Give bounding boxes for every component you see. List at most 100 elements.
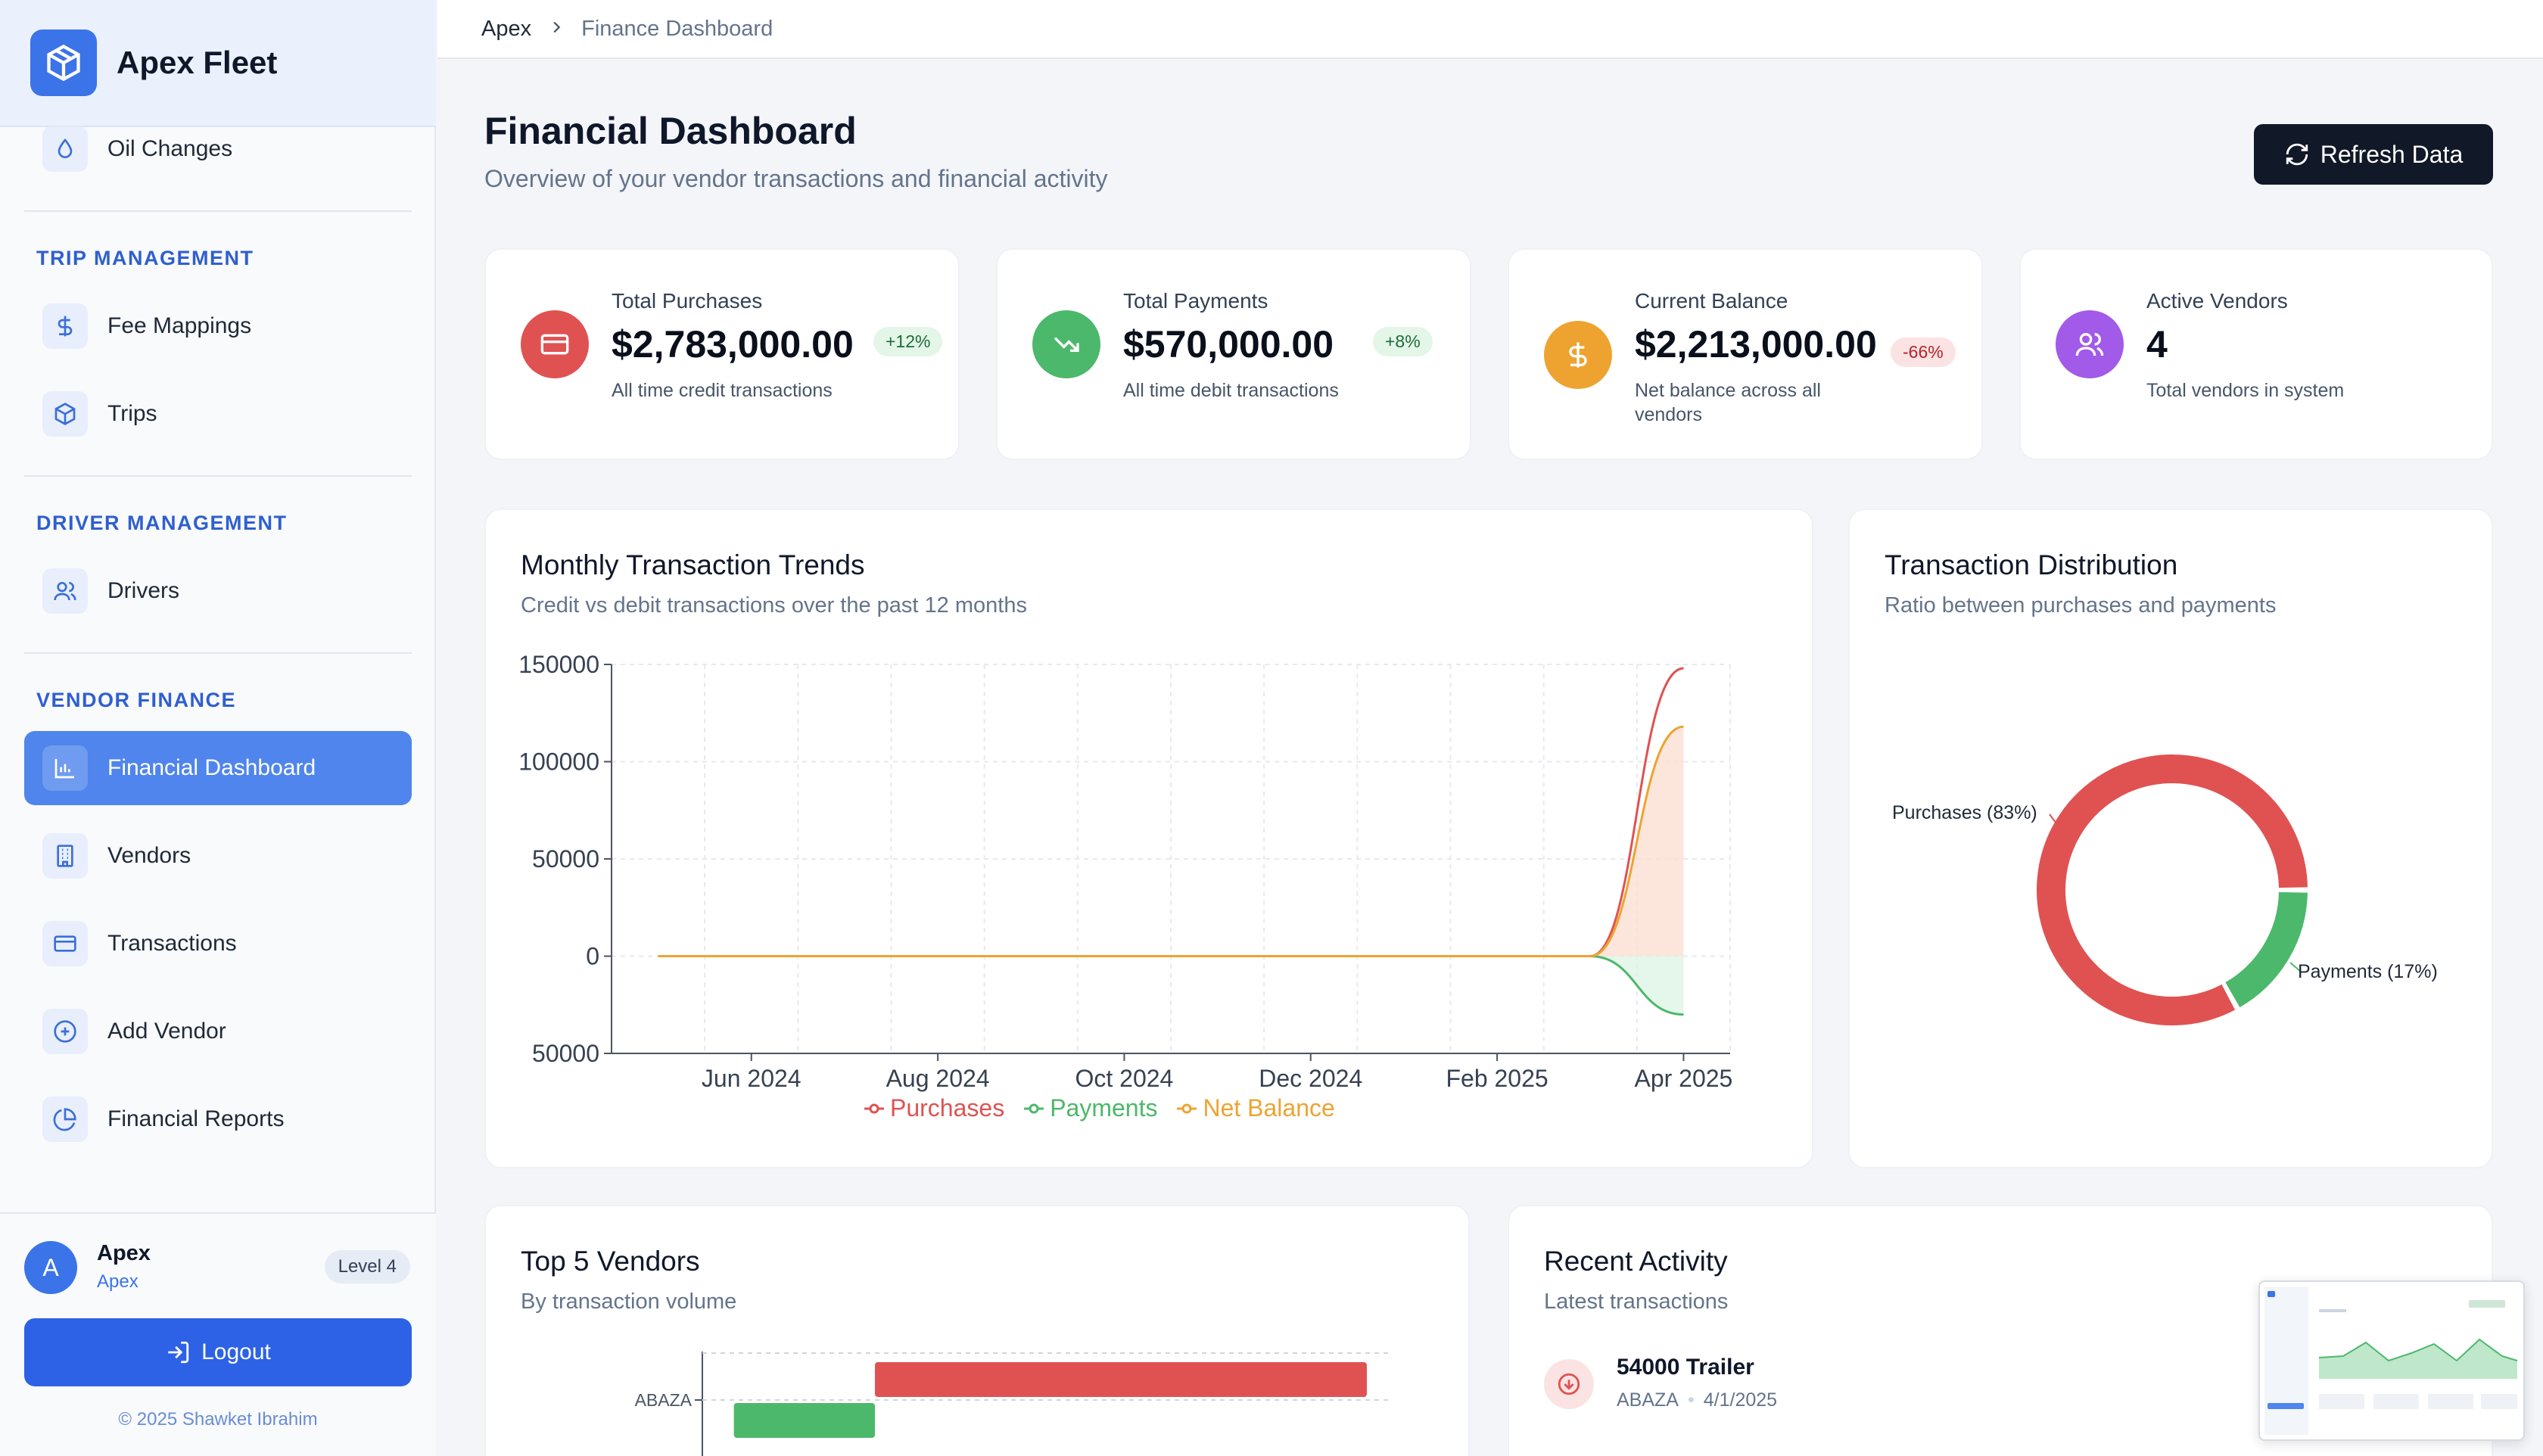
stat-card-vendors: Active Vendors 4 Total vendors in system: [2019, 248, 2493, 460]
sidebar-item-oil-changes[interactable]: Oil Changes: [24, 112, 412, 186]
stat-label: Active Vendors: [2146, 289, 2288, 313]
legend-net-balance[interactable]: Net Balance: [1203, 1094, 1334, 1122]
x-tick-label: Apr 2025: [1634, 1065, 1732, 1092]
stat-label: Current Balance: [1635, 289, 1788, 313]
refresh-button[interactable]: Refresh Data: [2254, 124, 2493, 185]
x-tick-label: Oct 2024: [1075, 1065, 1173, 1092]
sidebar-item-transactions[interactable]: Transactions: [24, 907, 412, 981]
stat-badge: +8%: [1373, 327, 1433, 356]
users-icon: [2056, 310, 2124, 378]
avatar[interactable]: A: [24, 1241, 77, 1294]
chevron-right-icon: [548, 17, 565, 42]
logout-button[interactable]: Logout: [24, 1318, 412, 1386]
x-tick-label: Aug 2024: [886, 1065, 990, 1092]
trends-card: Monthly Transaction Trends Credit vs deb…: [484, 509, 1813, 1168]
arrow-down-circle-icon: [1544, 1359, 1594, 1409]
section-title-trip: TRIP MANAGEMENT: [36, 247, 254, 269]
sidebar-header: Apex Fleet: [0, 0, 436, 127]
activity-vendor: ABAZA: [1617, 1389, 1679, 1411]
sidebar-item-drivers[interactable]: Drivers: [24, 554, 412, 628]
dollar-icon: [42, 303, 88, 349]
pie-chart-icon: [42, 1097, 88, 1142]
stat-badge: -66%: [1891, 338, 1956, 367]
copyright: © 2025 Shawket Ibrahim: [118, 1409, 318, 1430]
user-role: Apex: [97, 1271, 139, 1292]
bar-chart-icon: [42, 745, 88, 791]
sidebar-item-fee-mappings[interactable]: Fee Mappings: [24, 289, 412, 363]
y-tick-label: 50000: [532, 1040, 599, 1067]
x-tick-label: Dec 2024: [1259, 1065, 1362, 1092]
section-title-driver: DRIVER MANAGEMENT: [36, 512, 288, 534]
stat-card-purchases: Total Purchases $2,783,000.00 +12% All t…: [484, 248, 960, 460]
divider: [24, 652, 412, 654]
y-tick-label: 100000: [518, 748, 599, 776]
stat-value: $570,000.00: [1123, 323, 1334, 366]
stat-desc: Net balance across all vendors: [1635, 380, 1821, 425]
refresh-label: Refresh Data: [2320, 140, 2464, 168]
legend-payments[interactable]: Payments: [1050, 1094, 1157, 1122]
sidebar-item-label: Oil Changes: [107, 136, 233, 161]
stat-value: $2,783,000.00: [612, 323, 854, 366]
x-tick-label: Feb 2025: [1446, 1065, 1548, 1092]
breadcrumb-root[interactable]: Apex: [481, 17, 531, 42]
activity-date: 4/1/2025: [1703, 1389, 1778, 1411]
sidebar-item-financial-reports[interactable]: Financial Reports: [24, 1082, 412, 1156]
activity-meta: ABAZA • 4/1/2025: [1617, 1389, 1777, 1411]
sidebar-item-vendors[interactable]: Vendors: [24, 819, 412, 893]
sidebar: Apex Fleet Oil Changes TRIP MANAGEMENT F…: [0, 0, 436, 1456]
sidebar-item-label: Vendors: [107, 843, 191, 868]
breadcrumb: Apex Finance Dashboard: [437, 0, 2543, 59]
droplet-icon: [42, 126, 88, 172]
cube-icon: [30, 30, 97, 96]
plus-circle-icon: [42, 1009, 88, 1054]
recent-title: Recent Activity: [1544, 1246, 1728, 1277]
sidebar-footer: A Apex Apex Level 4 Logout © 2025 Shawke…: [0, 1212, 436, 1456]
stat-desc: All time credit transactions: [612, 380, 833, 401]
stat-card-balance: Current Balance $2,213,000.00 -66% Net b…: [1508, 248, 1983, 460]
page-title: Financial Dashboard: [484, 110, 857, 152]
stat-card-payments: Total Payments $570,000.00 +8% All time …: [996, 248, 1471, 460]
sidebar-item-add-vendor[interactable]: Add Vendor: [24, 994, 412, 1069]
divider: [24, 475, 412, 477]
bar-chart: ABAZA: [635, 1352, 1388, 1456]
activity-item[interactable]: 54000 Trailer ABAZA • 4/1/2025: [1544, 1350, 2225, 1418]
stat-desc: Total vendors in system: [2146, 380, 2345, 401]
page-subtitle: Overview of your vendor transactions and…: [484, 165, 1108, 192]
dot-separator: •: [1687, 1389, 1695, 1411]
trending-down-icon: [1032, 310, 1100, 378]
legend-purchases[interactable]: Purchases: [890, 1094, 1004, 1122]
y-tick-label: 50000: [532, 845, 599, 873]
level-badge: Level 4: [324, 1250, 410, 1283]
sidebar-item-label: Fee Mappings: [107, 313, 252, 338]
activity-title: 54000 Trailer: [1617, 1355, 1754, 1380]
user-name: Apex: [97, 1241, 151, 1265]
sidebar-item-trips[interactable]: Trips: [24, 377, 412, 451]
line-chart: 150000 100000 50000 0 50000 Jun 2024 Aug 2024 O…: [518, 651, 1732, 1092]
donut-chart: Purchases (83%) Payments (17%): [1892, 754, 2438, 1025]
refresh-icon: [2286, 143, 2308, 166]
stat-value: $2,213,000.00: [1635, 323, 1877, 366]
sidebar-item-label: Add Vendor: [107, 1019, 226, 1044]
breadcrumb-current: Finance Dashboard: [581, 16, 773, 41]
stat-desc: All time debit transactions: [1123, 380, 1339, 401]
stat-label: Total Purchases: [612, 289, 763, 313]
logout-icon: [168, 1341, 189, 1364]
sidebar-item-financial-dashboard[interactable]: Financial Dashboard: [24, 731, 412, 805]
stat-value: 4: [2146, 323, 2168, 366]
legend-marker: [864, 1103, 884, 1113]
sidebar-item-label: Trips: [107, 401, 157, 426]
recent-subtitle: Latest transactions: [1544, 1290, 1729, 1314]
x-tick-label: Jun 2024: [702, 1065, 801, 1092]
bar-payments: [733, 1403, 875, 1438]
legend-marker: [1024, 1103, 1044, 1113]
window-preview-thumbnail[interactable]: [2258, 1280, 2525, 1441]
y-tick-label: 0: [586, 943, 599, 970]
divider: [24, 210, 412, 212]
bar-purchases: [875, 1362, 1367, 1397]
sidebar-item-label: Drivers: [107, 578, 179, 603]
credit-card-icon: [42, 921, 88, 966]
section-title-vendor: VENDOR FINANCE: [36, 689, 237, 711]
logout-label: Logout: [201, 1339, 271, 1364]
users-icon: [42, 568, 88, 614]
distribution-card: Transaction Distribution Ratio between p…: [1848, 509, 2493, 1168]
